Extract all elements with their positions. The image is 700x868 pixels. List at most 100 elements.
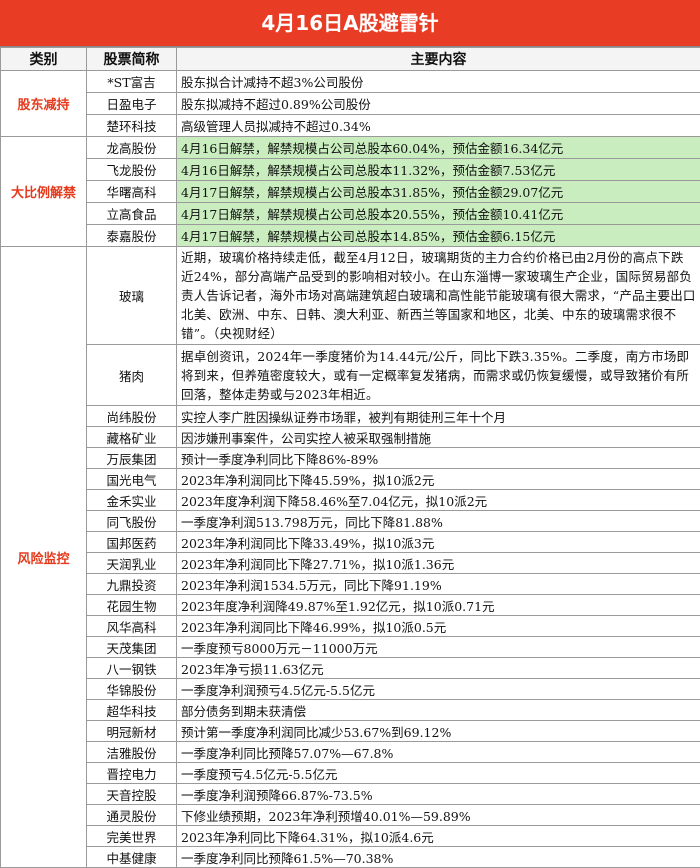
header-category: 类别 xyxy=(1,48,87,71)
table-row: 超华科技部分债务到期未获清偿 xyxy=(1,700,700,721)
risk-table: 类别 股票简称 主要内容 股东减持*ST富吉股东拟合计减持不超3%公司股份日盈电… xyxy=(0,47,700,868)
table-row: 风华高科2023年净利润同比下降46.99%，拟10派0.5元 xyxy=(1,616,700,637)
stock-name-cell: 楚环科技 xyxy=(87,115,177,137)
content-cell: 2023年净利润1534.5万元，同比下降91.19% xyxy=(177,574,700,595)
stock-name-cell: 华锦股份 xyxy=(87,679,177,700)
table-row: 日盈电子股东拟减持不超过0.89%公司股份 xyxy=(1,93,700,115)
content-cell: 部分债务到期未获清偿 xyxy=(177,700,700,721)
content-cell: 下修业绩预期，2023年净利预增40.01%—59.89% xyxy=(177,805,700,826)
content-cell: 股东拟减持不超过0.89%公司股份 xyxy=(177,93,700,115)
table-row: 晋控电力一季度预亏4.5亿元-5.5亿元 xyxy=(1,763,700,784)
table-row: 中基健康一季度净利同比预降61.5%—70.38% xyxy=(1,847,700,868)
content-cell: 一季度净利同比预降61.5%—70.38% xyxy=(177,847,700,868)
stock-name-cell: 尚纬股份 xyxy=(87,406,177,427)
content-cell: 一季度预亏4.5亿元-5.5亿元 xyxy=(177,763,700,784)
table-row: 洁雅股份一季度净利同比预降57.07%—67.8% xyxy=(1,742,700,763)
content-cell: 2023年净利润同比下降27.71%，拟10派1.36元 xyxy=(177,553,700,574)
stock-name-cell: 通灵股份 xyxy=(87,805,177,826)
content-cell: 2023年净利同比下降64.31%，拟10派4.6元 xyxy=(177,826,700,847)
table-row: 大比例解禁龙高股份4月16日解禁，解禁规模占公司总股本60.04%，预估金额16… xyxy=(1,137,700,159)
content-cell: 一季度净利润预降66.87%-73.5% xyxy=(177,784,700,805)
table-row: 股东减持*ST富吉股东拟合计减持不超3%公司股份 xyxy=(1,71,700,93)
content-cell: 一季度预亏8000万元－11000万元 xyxy=(177,637,700,658)
content-cell: 4月16日解禁，解禁规模占公司总股本11.32%，预估金额7.53亿元 xyxy=(177,159,700,181)
stock-name-cell: 八一钢铁 xyxy=(87,658,177,679)
table-row: 飞龙股份4月16日解禁，解禁规模占公司总股本11.32%，预估金额7.53亿元 xyxy=(1,159,700,181)
stock-name-cell: 天音控股 xyxy=(87,784,177,805)
content-cell: 4月17日解禁，解禁规模占公司总股本14.85%，预估金额6.15亿元 xyxy=(177,225,700,247)
table-row: 万辰集团预计一季度净利同比下降86%-89% xyxy=(1,448,700,469)
table-row: 花园生物2023年度净利润降49.87%至1.92亿元，拟10派0.71元 xyxy=(1,595,700,616)
stock-name-cell: 洁雅股份 xyxy=(87,742,177,763)
stock-name-cell: 飞龙股份 xyxy=(87,159,177,181)
stock-name-cell: *ST富吉 xyxy=(87,71,177,93)
stock-name-cell: 完美世界 xyxy=(87,826,177,847)
category-cell: 大比例解禁 xyxy=(1,137,87,247)
content-cell: 实控人李广胜因操纵证券市场罪，被判有期徒刑三年十个月 xyxy=(177,406,700,427)
table-row: 猪肉据卓创资讯，2024年一季度猪价为14.44元/公斤，同比下跌3.35%。二… xyxy=(1,345,700,406)
table-row: 国光电气2023年净利润同比下降45.59%，拟10派2元 xyxy=(1,469,700,490)
stock-name-cell: 金禾实业 xyxy=(87,490,177,511)
table-row: 九鼎投资2023年净利润1534.5万元，同比下降91.19% xyxy=(1,574,700,595)
content-cell: 4月16日解禁，解禁规模占公司总股本60.04%，预估金额16.34亿元 xyxy=(177,137,700,159)
table-row: 明冠新材预计第一季度净利润同比减少53.67%到69.12% xyxy=(1,721,700,742)
stock-name-cell: 中基健康 xyxy=(87,847,177,868)
table-body: 股东减持*ST富吉股东拟合计减持不超3%公司股份日盈电子股东拟减持不超过0.89… xyxy=(1,71,700,868)
stock-name-cell: 日盈电子 xyxy=(87,93,177,115)
stock-name-cell: 龙高股份 xyxy=(87,137,177,159)
content-cell: 2023年净利润同比下降45.59%，拟10派2元 xyxy=(177,469,700,490)
stock-name-cell: 玻璃 xyxy=(87,247,177,345)
content-cell: 4月17日解禁，解禁规模占公司总股本20.55%，预估金额10.41亿元 xyxy=(177,203,700,225)
stock-name-cell: 国邦医药 xyxy=(87,532,177,553)
table-row: 泰嘉股份4月17日解禁，解禁规模占公司总股本14.85%，预估金额6.15亿元 xyxy=(1,225,700,247)
category-cell: 风险监控 xyxy=(1,247,87,868)
table-row: 藏格矿业因涉嫌刑事案件，公司实控人被采取强制措施 xyxy=(1,427,700,448)
content-cell: 高级管理人员拟减持不超过0.34% xyxy=(177,115,700,137)
stock-name-cell: 华曙高科 xyxy=(87,181,177,203)
table-row: 楚环科技高级管理人员拟减持不超过0.34% xyxy=(1,115,700,137)
stock-name-cell: 花园生物 xyxy=(87,595,177,616)
table-row: 同飞股份一季度净利润513.798万元，同比下降81.88% xyxy=(1,511,700,532)
header-stock: 股票简称 xyxy=(87,48,177,71)
content-cell: 股东拟合计减持不超3%公司股份 xyxy=(177,71,700,93)
content-cell: 2023年度净利润降49.87%至1.92亿元，拟10派0.71元 xyxy=(177,595,700,616)
content-cell: 因涉嫌刑事案件，公司实控人被采取强制措施 xyxy=(177,427,700,448)
stock-name-cell: 同飞股份 xyxy=(87,511,177,532)
content-cell: 2023年度净利润下降58.46%至7.04亿元，拟10派2元 xyxy=(177,490,700,511)
content-cell: 2023年净利润同比下降46.99%，拟10派0.5元 xyxy=(177,616,700,637)
content-cell: 一季度净利润513.798万元，同比下降81.88% xyxy=(177,511,700,532)
content-cell: 近期，玻璃价格持续走低，截至4月12日，玻璃期货的主力合约价格已由2月份的高点下… xyxy=(177,247,700,345)
table-row: 尚纬股份实控人李广胜因操纵证券市场罪，被判有期徒刑三年十个月 xyxy=(1,406,700,427)
stock-name-cell: 天茂集团 xyxy=(87,637,177,658)
stock-name-cell: 猪肉 xyxy=(87,345,177,406)
table-row: 通灵股份下修业绩预期，2023年净利预增40.01%—59.89% xyxy=(1,805,700,826)
stock-name-cell: 泰嘉股份 xyxy=(87,225,177,247)
page-title: 4月16日A股避雷针 xyxy=(0,0,700,47)
content-cell: 预计一季度净利同比下降86%-89% xyxy=(177,448,700,469)
table-row: 华曙高科4月17日解禁，解禁规模占公司总股本31.85%，预估金额29.07亿元 xyxy=(1,181,700,203)
stock-name-cell: 万辰集团 xyxy=(87,448,177,469)
table-row: 国邦医药2023年净利润同比下降33.49%，拟10派3元 xyxy=(1,532,700,553)
content-cell: 据卓创资讯，2024年一季度猪价为14.44元/公斤，同比下跌3.35%。二季度… xyxy=(177,345,700,406)
stock-name-cell: 国光电气 xyxy=(87,469,177,490)
table-row: 完美世界2023年净利同比下降64.31%，拟10派4.6元 xyxy=(1,826,700,847)
table-row: 风险监控玻璃近期，玻璃价格持续走低，截至4月12日，玻璃期货的主力合约价格已由2… xyxy=(1,247,700,345)
header-content: 主要内容 xyxy=(177,48,700,71)
stock-name-cell: 超华科技 xyxy=(87,700,177,721)
stock-name-cell: 藏格矿业 xyxy=(87,427,177,448)
stock-name-cell: 明冠新材 xyxy=(87,721,177,742)
table-row: 天音控股一季度净利润预降66.87%-73.5% xyxy=(1,784,700,805)
stock-name-cell: 九鼎投资 xyxy=(87,574,177,595)
content-cell: 一季度净利润预亏4.5亿元-5.5亿元 xyxy=(177,679,700,700)
stock-name-cell: 风华高科 xyxy=(87,616,177,637)
table-row: 华锦股份一季度净利润预亏4.5亿元-5.5亿元 xyxy=(1,679,700,700)
category-cell: 股东减持 xyxy=(1,71,87,137)
content-cell: 4月17日解禁，解禁规模占公司总股本31.85%，预估金额29.07亿元 xyxy=(177,181,700,203)
table-row: 立高食品4月17日解禁，解禁规模占公司总股本20.55%，预估金额10.41亿元 xyxy=(1,203,700,225)
table-row: 天茂集团一季度预亏8000万元－11000万元 xyxy=(1,637,700,658)
stock-name-cell: 立高食品 xyxy=(87,203,177,225)
content-cell: 2023年净亏损11.63亿元 xyxy=(177,658,700,679)
table-row: 金禾实业2023年度净利润下降58.46%至7.04亿元，拟10派2元 xyxy=(1,490,700,511)
content-cell: 一季度净利同比预降57.07%—67.8% xyxy=(177,742,700,763)
table-row: 天润乳业2023年净利润同比下降27.71%，拟10派1.36元 xyxy=(1,553,700,574)
